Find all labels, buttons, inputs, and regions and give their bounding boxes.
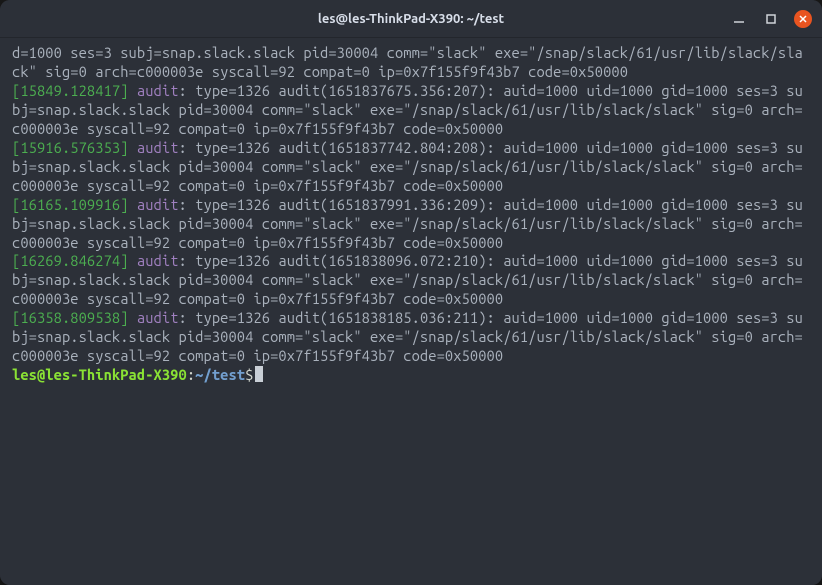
log-body: : type=1326 audit(1651838185.036:211): a… (12, 309, 803, 364)
window-title: les@les-ThinkPad-X390: ~/test (318, 12, 504, 26)
maximize-button[interactable] (762, 10, 780, 28)
log-tag: audit (137, 309, 179, 326)
log-entry: [16269.846274] audit: type=1326 audit(16… (12, 252, 810, 309)
log-entry: [15916.576353] audit: type=1326 audit(16… (12, 139, 810, 196)
prompt-dollar: $ (245, 366, 253, 383)
log-tag: audit (137, 196, 179, 213)
log-body: : type=1326 audit(1651837742.804:208): a… (12, 139, 803, 194)
log-body: : type=1326 audit(1651837991.336:209): a… (12, 196, 803, 251)
prompt-path: ~/test (195, 366, 245, 383)
log-timestamp: [16269.846274] (12, 252, 129, 269)
log-entry: [16165.109916] audit: type=1326 audit(16… (12, 196, 810, 253)
log-timestamp: [15916.576353] (12, 139, 129, 156)
titlebar[interactable]: les@les-ThinkPad-X390: ~/test (0, 0, 822, 38)
prompt-line[interactable]: les@les-ThinkPad-X390:~/test$ (12, 366, 810, 385)
log-body: : type=1326 audit(1651838096.072:210): a… (12, 252, 803, 307)
window-controls (730, 0, 812, 38)
log-timestamp: [15849.128417] (12, 82, 129, 99)
log-tag: audit (137, 252, 179, 269)
log-tag: audit (137, 82, 179, 99)
cursor-icon (255, 366, 263, 382)
terminal-window: les@les-ThinkPad-X390: ~/test d=1000 ses… (0, 0, 822, 585)
log-body: : type=1326 audit(1651837675.356:207): a… (12, 82, 803, 137)
log-line-partial: d=1000 ses=3 subj=snap.slack.slack pid=3… (12, 44, 810, 82)
prompt-userhost: les@les-ThinkPad-X390 (12, 366, 187, 383)
terminal-output[interactable]: d=1000 ses=3 subj=snap.slack.slack pid=3… (0, 38, 822, 585)
log-tag: audit (137, 139, 179, 156)
close-button[interactable] (794, 10, 812, 28)
log-entry: [16358.809538] audit: type=1326 audit(16… (12, 309, 810, 366)
prompt-colon: : (187, 366, 195, 383)
log-entry: [15849.128417] audit: type=1326 audit(16… (12, 82, 810, 139)
minimize-button[interactable] (730, 10, 748, 28)
log-timestamp: [16358.809538] (12, 309, 129, 326)
log-timestamp: [16165.109916] (12, 196, 129, 213)
